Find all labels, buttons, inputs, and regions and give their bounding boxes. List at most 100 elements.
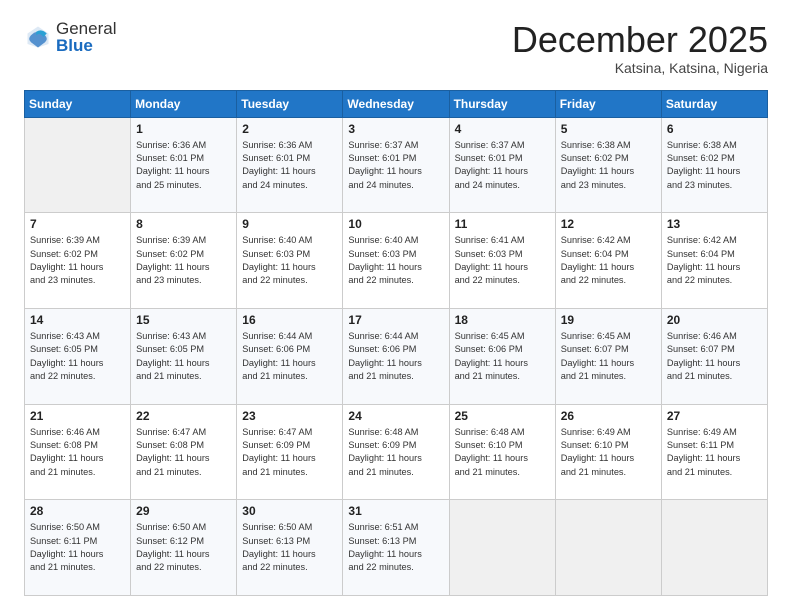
day-header-sunday: Sunday [25,90,131,117]
cell-info: Sunrise: 6:39 AM Sunset: 6:02 PM Dayligh… [136,234,231,287]
day-number: 24 [348,409,443,423]
cell-info: Sunrise: 6:47 AM Sunset: 6:08 PM Dayligh… [136,426,231,479]
calendar-week-5: 28Sunrise: 6:50 AM Sunset: 6:11 PM Dayli… [25,500,768,596]
calendar-cell: 15 Sunrise: 6:43 AM Sunset: 6:05 PM Dayli… [131,308,237,404]
cell-info: Sunrise: 6:46 AM Sunset: 6:07 PM Dayligh… [667,330,762,383]
day-header-tuesday: Tuesday [237,90,343,117]
cell-info: Sunrise: 6:47 AM Sunset: 6:09 PM Dayligh… [242,426,337,479]
day-number: 9 [242,217,337,231]
calendar-cell: 26Sunrise: 6:49 AM Sunset: 6:10 PM Dayli… [555,404,661,500]
day-header-thursday: Thursday [449,90,555,117]
cell-info: Sunrise: 6:43 AM Sunset: 6:05 PM Dayligh… [30,330,125,383]
cell-info: Sunrise: 6:42 AM Sunset: 6:04 PM Dayligh… [667,234,762,287]
calendar-cell: 23 Sunrise: 6:47 AM Sunset: 6:09 PM Dayli… [237,404,343,500]
day-number: 17 [348,313,443,327]
calendar-week-4: 21Sunrise: 6:46 AM Sunset: 6:08 PM Dayli… [25,404,768,500]
day-number: 7 [30,217,125,231]
cell-info: Sunrise: 6:49 AM Sunset: 6:11 PM Dayligh… [667,426,762,479]
day-number: 10 [348,217,443,231]
calendar-header-row: SundayMondayTuesdayWednesdayThursdayFrid… [25,90,768,117]
calendar-cell: 20 Sunrise: 6:46 AM Sunset: 6:07 PM Dayli… [661,308,767,404]
cell-info: Sunrise: 6:40 AM Sunset: 6:03 PM Dayligh… [242,234,337,287]
calendar-cell: 6Sunrise: 6:38 AM Sunset: 6:02 PM Daylig… [661,117,767,213]
cell-info: Sunrise: 6:44 AM Sunset: 6:06 PM Dayligh… [348,330,443,383]
day-number: 25 [455,409,550,423]
calendar-cell [661,500,767,596]
calendar-cell [555,500,661,596]
logo-text: General Blue [56,20,116,54]
calendar-cell: 4 Sunrise: 6:37 AM Sunset: 6:01 PM Daylig… [449,117,555,213]
logo: General Blue [24,20,116,54]
day-header-saturday: Saturday [661,90,767,117]
cell-info: Sunrise: 6:42 AM Sunset: 6:04 PM Dayligh… [561,234,656,287]
calendar-cell: 21Sunrise: 6:46 AM Sunset: 6:08 PM Dayli… [25,404,131,500]
day-number: 3 [348,122,443,136]
day-number: 11 [455,217,550,231]
calendar-cell: 29 Sunrise: 6:50 AM Sunset: 6:12 PM Dayli… [131,500,237,596]
calendar-week-2: 7 Sunrise: 6:39 AM Sunset: 6:02 PM Daylig… [25,213,768,309]
day-number: 15 [136,313,231,327]
cell-info: Sunrise: 6:39 AM Sunset: 6:02 PM Dayligh… [30,234,125,287]
calendar-cell: 16 Sunrise: 6:44 AM Sunset: 6:06 PM Dayli… [237,308,343,404]
day-number: 28 [30,504,125,518]
day-number: 14 [30,313,125,327]
day-number: 5 [561,122,656,136]
cell-info: Sunrise: 6:43 AM Sunset: 6:05 PM Dayligh… [136,330,231,383]
day-number: 2 [242,122,337,136]
calendar-cell: 30Sunrise: 6:50 AM Sunset: 6:13 PM Dayli… [237,500,343,596]
cell-info: Sunrise: 6:50 AM Sunset: 6:12 PM Dayligh… [136,521,231,574]
calendar-cell: 11 Sunrise: 6:41 AM Sunset: 6:03 PM Dayli… [449,213,555,309]
day-header-wednesday: Wednesday [343,90,449,117]
logo-general-text: General [56,20,116,37]
calendar-cell: 5 Sunrise: 6:38 AM Sunset: 6:02 PM Daylig… [555,117,661,213]
calendar-cell: 12 Sunrise: 6:42 AM Sunset: 6:04 PM Dayli… [555,213,661,309]
calendar-table: SundayMondayTuesdayWednesdayThursdayFrid… [24,90,768,596]
cell-info: Sunrise: 6:45 AM Sunset: 6:06 PM Dayligh… [455,330,550,383]
day-number: 4 [455,122,550,136]
day-number: 8 [136,217,231,231]
calendar-cell: 3 Sunrise: 6:37 AM Sunset: 6:01 PM Daylig… [343,117,449,213]
day-header-friday: Friday [555,90,661,117]
calendar-cell: 2 Sunrise: 6:36 AM Sunset: 6:01 PM Daylig… [237,117,343,213]
day-number: 20 [667,313,762,327]
calendar-cell: 24 Sunrise: 6:48 AM Sunset: 6:09 PM Dayli… [343,404,449,500]
day-number: 6 [667,122,762,136]
cell-info: Sunrise: 6:41 AM Sunset: 6:03 PM Dayligh… [455,234,550,287]
cell-info: Sunrise: 6:38 AM Sunset: 6:02 PM Dayligh… [561,139,656,192]
cell-info: Sunrise: 6:48 AM Sunset: 6:09 PM Dayligh… [348,426,443,479]
cell-info: Sunrise: 6:44 AM Sunset: 6:06 PM Dayligh… [242,330,337,383]
cell-info: Sunrise: 6:45 AM Sunset: 6:07 PM Dayligh… [561,330,656,383]
day-number: 22 [136,409,231,423]
cell-info: Sunrise: 6:37 AM Sunset: 6:01 PM Dayligh… [348,139,443,192]
day-number: 18 [455,313,550,327]
day-number: 29 [136,504,231,518]
page: General Blue December 2025 Katsina, Kats… [0,0,792,612]
cell-info: Sunrise: 6:50 AM Sunset: 6:13 PM Dayligh… [242,521,337,574]
cell-info: Sunrise: 6:48 AM Sunset: 6:10 PM Dayligh… [455,426,550,479]
cell-info: Sunrise: 6:36 AM Sunset: 6:01 PM Dayligh… [242,139,337,192]
cell-info: Sunrise: 6:51 AM Sunset: 6:13 PM Dayligh… [348,521,443,574]
cell-info: Sunrise: 6:37 AM Sunset: 6:01 PM Dayligh… [455,139,550,192]
calendar-cell: 31 Sunrise: 6:51 AM Sunset: 6:13 PM Dayli… [343,500,449,596]
day-number: 16 [242,313,337,327]
day-number: 13 [667,217,762,231]
calendar-cell: 10Sunrise: 6:40 AM Sunset: 6:03 PM Dayli… [343,213,449,309]
logo-icon [24,23,52,51]
day-number: 12 [561,217,656,231]
day-number: 31 [348,504,443,518]
calendar-cell: 7 Sunrise: 6:39 AM Sunset: 6:02 PM Daylig… [25,213,131,309]
calendar-cell: 1Sunrise: 6:36 AM Sunset: 6:01 PM Daylig… [131,117,237,213]
cell-info: Sunrise: 6:49 AM Sunset: 6:10 PM Dayligh… [561,426,656,479]
day-number: 23 [242,409,337,423]
calendar-cell: 25 Sunrise: 6:48 AM Sunset: 6:10 PM Dayli… [449,404,555,500]
calendar-cell: 17 Sunrise: 6:44 AM Sunset: 6:06 PM Dayli… [343,308,449,404]
calendar-cell: 9 Sunrise: 6:40 AM Sunset: 6:03 PM Daylig… [237,213,343,309]
calendar-week-1: 1Sunrise: 6:36 AM Sunset: 6:01 PM Daylig… [25,117,768,213]
title-block: December 2025 Katsina, Katsina, Nigeria [512,20,768,76]
calendar-cell: 14 Sunrise: 6:43 AM Sunset: 6:05 PM Dayli… [25,308,131,404]
calendar-cell [449,500,555,596]
header: General Blue December 2025 Katsina, Kats… [24,20,768,76]
day-number: 19 [561,313,656,327]
cell-info: Sunrise: 6:36 AM Sunset: 6:01 PM Dayligh… [136,139,231,192]
location-subtitle: Katsina, Katsina, Nigeria [512,60,768,76]
